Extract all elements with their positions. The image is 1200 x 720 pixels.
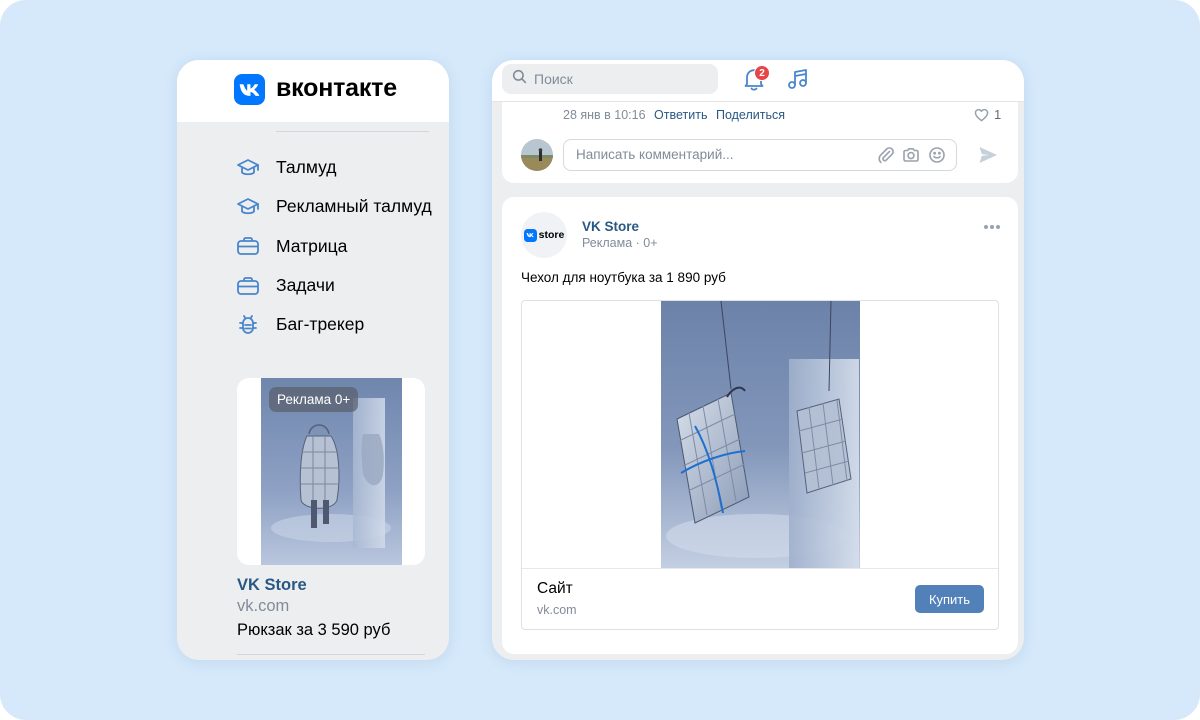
sidebar-item-matrix[interactable]: Матрица: [235, 227, 432, 266]
sidebar-item-tasks[interactable]: Задачи: [235, 266, 432, 305]
left-sidebar-panel: вконтакте Талмуд Рекламный талмуд Матриц…: [177, 60, 449, 660]
more-options-icon[interactable]: [982, 219, 1002, 229]
ad-url: vk.com: [237, 597, 290, 615]
store-avatar[interactable]: store: [521, 212, 567, 258]
graduation-cap-icon: [235, 194, 261, 220]
notifications-button[interactable]: 2: [742, 65, 770, 94]
post-meta-row: 28 янв в 10:16 Ответить Поделиться: [563, 108, 785, 122]
graduation-cap-icon: [235, 155, 261, 181]
paperclip-icon[interactable]: [877, 146, 895, 164]
like-count: 1: [994, 107, 1002, 122]
notification-count-badge: 2: [754, 65, 770, 81]
store-avatar-text: store: [538, 229, 565, 241]
page-background: вконтакте Талмуд Рекламный талмуд Матриц…: [0, 0, 1200, 720]
feed-panel: 2 28 янв в 10:16 Ответить Поделиться: [492, 60, 1024, 660]
user-avatar[interactable]: [521, 139, 553, 171]
sidebar-item-bug-tracker[interactable]: Баг-трекер: [235, 305, 432, 344]
share-link[interactable]: Поделиться: [716, 108, 785, 122]
sidebar-item-label: Задачи: [276, 275, 335, 296]
sidebar-menu: Талмуд Рекламный талмуд Матрица Задачи Б…: [235, 148, 432, 344]
snippet-divider: [522, 568, 998, 569]
snippet-url: vk.com: [537, 603, 577, 617]
sidebar-item-talmud[interactable]: Талмуд: [235, 148, 432, 187]
sidebar-ad-card[interactable]: Реклама 0+: [237, 378, 425, 565]
ad-title-link[interactable]: VK Store: [237, 576, 307, 595]
post-date: 28 янв в 10:16: [563, 108, 646, 122]
buy-button[interactable]: Купить: [915, 585, 984, 613]
briefcase-icon: [235, 233, 261, 259]
sidebar-item-label: Матрица: [276, 235, 348, 256]
bug-icon: [235, 312, 261, 338]
search-box[interactable]: [502, 64, 718, 94]
link-snippet[interactable]: Сайт vk.com Купить: [521, 300, 999, 630]
ad-post-card: store VK Store Реклама · 0+ Чехол для но…: [502, 197, 1018, 654]
music-button[interactable]: [787, 67, 811, 93]
heart-icon: [974, 108, 989, 121]
snippet-title: Сайт: [537, 580, 573, 597]
sidebar-header: вконтакте: [177, 60, 449, 122]
sidebar-divider: [237, 654, 425, 655]
like-button[interactable]: 1: [974, 107, 1001, 122]
ad-badge: Реклама 0+: [269, 387, 359, 412]
vk-logo-text: вконтакте: [276, 74, 397, 102]
post-subtitle: Реклама · 0+: [582, 236, 658, 250]
send-icon[interactable]: [977, 144, 999, 166]
backpack-ad-image: Реклама 0+: [261, 378, 402, 565]
post-author-link[interactable]: VK Store: [582, 219, 639, 234]
sidebar-item-ad-talmud[interactable]: Рекламный талмуд: [235, 187, 432, 226]
music-note-icon: [788, 69, 807, 89]
top-bar: 2: [492, 60, 1024, 102]
sidebar-divider: [276, 131, 429, 132]
sidebar-item-label: Баг-трекер: [276, 314, 365, 335]
search-icon: [512, 69, 527, 89]
comment-input[interactable]: [576, 147, 866, 162]
previous-post-footer: 28 янв в 10:16 Ответить Поделиться 1: [502, 102, 1018, 183]
search-input[interactable]: [534, 71, 704, 87]
ad-description: Рюкзак за 3 590 руб: [237, 621, 391, 639]
comment-box[interactable]: [563, 139, 957, 171]
vk-logo-icon[interactable]: [234, 74, 265, 105]
briefcase-icon: [235, 273, 261, 299]
reply-link[interactable]: Ответить: [654, 108, 707, 122]
post-text: Чехол для ноутбука за 1 890 руб: [521, 270, 726, 285]
sidebar-item-label: Талмуд: [276, 157, 337, 178]
laptop-case-image: [661, 301, 860, 568]
camera-icon[interactable]: [902, 146, 920, 164]
smile-icon[interactable]: [928, 146, 946, 164]
vk-logo-icon: [523, 228, 537, 242]
sidebar-item-label: Рекламный талмуд: [276, 196, 432, 217]
